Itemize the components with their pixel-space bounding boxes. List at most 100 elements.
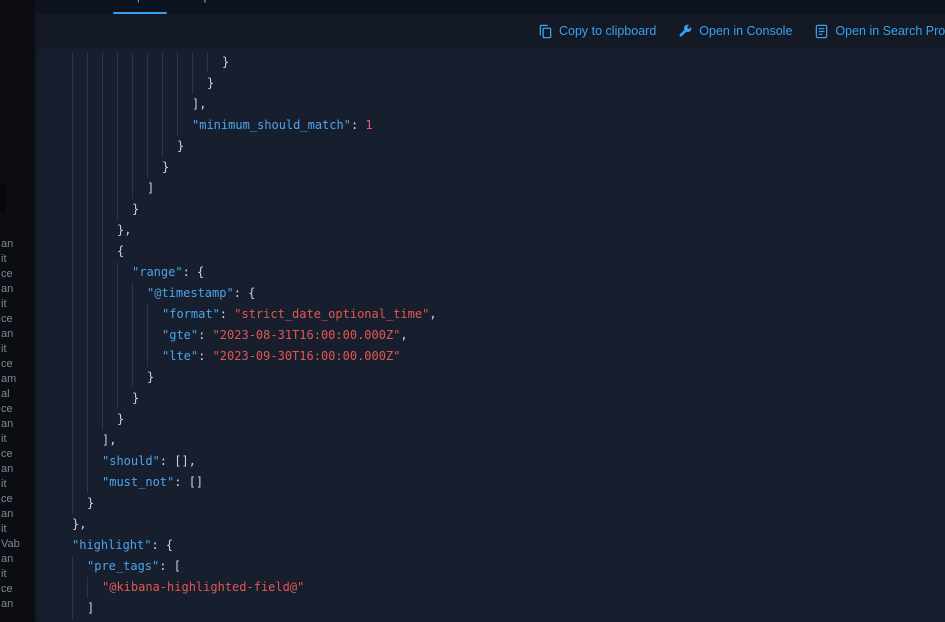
open-in-search-profiler-button[interactable]: Open in Search Profiler: [814, 24, 945, 39]
indent-guide: [102, 283, 117, 304]
code-line: "gte": "2023-08-31T16:00:00.000Z",: [72, 325, 945, 346]
indent-guide: [102, 94, 117, 115]
indent-guide: [207, 52, 222, 73]
indent-guide: [132, 178, 147, 199]
indent-guide: [72, 304, 87, 325]
copy-to-clipboard-label: Copy to clipboard: [559, 24, 657, 38]
background-text-fragment: it: [1, 478, 7, 490]
indent-guide: [117, 388, 132, 409]
indent-guide: [102, 388, 117, 409]
background-text-fragment: it: [1, 253, 7, 265]
background-text-fragment: ce: [1, 403, 13, 415]
indent-guide: [87, 136, 102, 157]
indent-guide: [162, 136, 177, 157]
indent-guide: [72, 430, 87, 451]
indent-guide: [87, 157, 102, 178]
indent-guide: [102, 178, 117, 199]
tab-response-label: Response: [180, 0, 239, 2]
indent-guide: [117, 304, 132, 325]
code-line: "@timestamp": {: [72, 283, 945, 304]
indent-guide: [132, 115, 147, 136]
indent-guide: [102, 73, 117, 94]
indent-guide: [117, 52, 132, 73]
indent-guide: [132, 136, 147, 157]
indent-guide: [192, 73, 207, 94]
tabs-bar: Request Response: [35, 0, 945, 14]
indent-guide: [102, 325, 117, 346]
code-line: }: [72, 367, 945, 388]
indent-guide: [147, 157, 162, 178]
indent-guide: [102, 262, 117, 283]
background-text-fragment: it: [1, 523, 7, 535]
indent-guide: [87, 115, 102, 136]
tab-request[interactable]: Request: [113, 0, 168, 14]
indent-guide: [72, 409, 87, 430]
indent-guide: [72, 157, 87, 178]
indent-guide: [102, 241, 117, 262]
indent-guide: [132, 283, 147, 304]
indent-guide: [147, 73, 162, 94]
open-in-console-label: Open in Console: [699, 24, 793, 38]
indent-guide: [117, 157, 132, 178]
indent-guide: [147, 136, 162, 157]
code-line: }: [72, 409, 945, 430]
code-line: "format": "strict_date_optional_time",: [72, 304, 945, 325]
code-line: },: [72, 220, 945, 241]
indent-guide: [192, 52, 207, 73]
indent-guide: [72, 199, 87, 220]
background-text-fragment: it: [1, 298, 7, 310]
indent-guide: [117, 346, 132, 367]
indent-guide: [72, 325, 87, 346]
indent-guide: [162, 52, 177, 73]
indent-guide: [72, 94, 87, 115]
indent-guide: [117, 325, 132, 346]
code-line: "range": {: [72, 262, 945, 283]
indent-guide: [72, 262, 87, 283]
background-text-fragment: an: [1, 508, 14, 520]
indent-guide: [132, 157, 147, 178]
background-text-fragment: an: [1, 328, 14, 340]
background-text-fragment: ce: [1, 268, 13, 280]
request-code-block[interactable]: }}], "minimum_should_match": 1}}]}},{"ran…: [38, 48, 945, 622]
search-profiler-icon: [814, 24, 829, 39]
indent-guide: [117, 262, 132, 283]
indent-guide: [117, 283, 132, 304]
indent-guide: [177, 94, 192, 115]
copy-to-clipboard-button[interactable]: Copy to clipboard: [538, 24, 656, 39]
indent-guide: [72, 346, 87, 367]
indent-guide: [117, 73, 132, 94]
code-line: }: [72, 73, 945, 94]
code-line: "@kibana-highlighted-field@": [72, 577, 945, 598]
indent-guide: [132, 367, 147, 388]
code-line: ]: [72, 598, 945, 619]
background-text-fragment: it: [1, 568, 7, 580]
indent-guide: [117, 178, 132, 199]
background-text-fragment: an: [1, 463, 14, 475]
code-line: },: [72, 517, 87, 531]
indent-guide: [87, 52, 102, 73]
indent-guide: [72, 115, 87, 136]
indent-guide: [102, 346, 117, 367]
code-line: }: [72, 157, 945, 178]
indent-guide: [102, 52, 117, 73]
tab-response[interactable]: Response: [177, 0, 242, 14]
indent-guide: [72, 493, 87, 514]
code-line: }: [72, 136, 945, 157]
open-in-console-button[interactable]: Open in Console: [678, 24, 792, 39]
code-line: }: [72, 493, 945, 514]
indent-guide: [87, 430, 102, 451]
indent-guide: [87, 262, 102, 283]
indent-guide: [72, 220, 87, 241]
indent-guide: [72, 388, 87, 409]
indent-guide: [87, 283, 102, 304]
indent-guide: [72, 178, 87, 199]
indent-guide: [102, 304, 117, 325]
background-text-fragment: am: [1, 373, 17, 385]
indent-guide: [132, 325, 147, 346]
indent-guide: [147, 94, 162, 115]
copy-icon: [538, 24, 553, 39]
indent-guide: [87, 472, 102, 493]
code-line: {: [72, 241, 945, 262]
background-text-fragment: an: [1, 283, 14, 295]
indent-guide: [87, 451, 102, 472]
